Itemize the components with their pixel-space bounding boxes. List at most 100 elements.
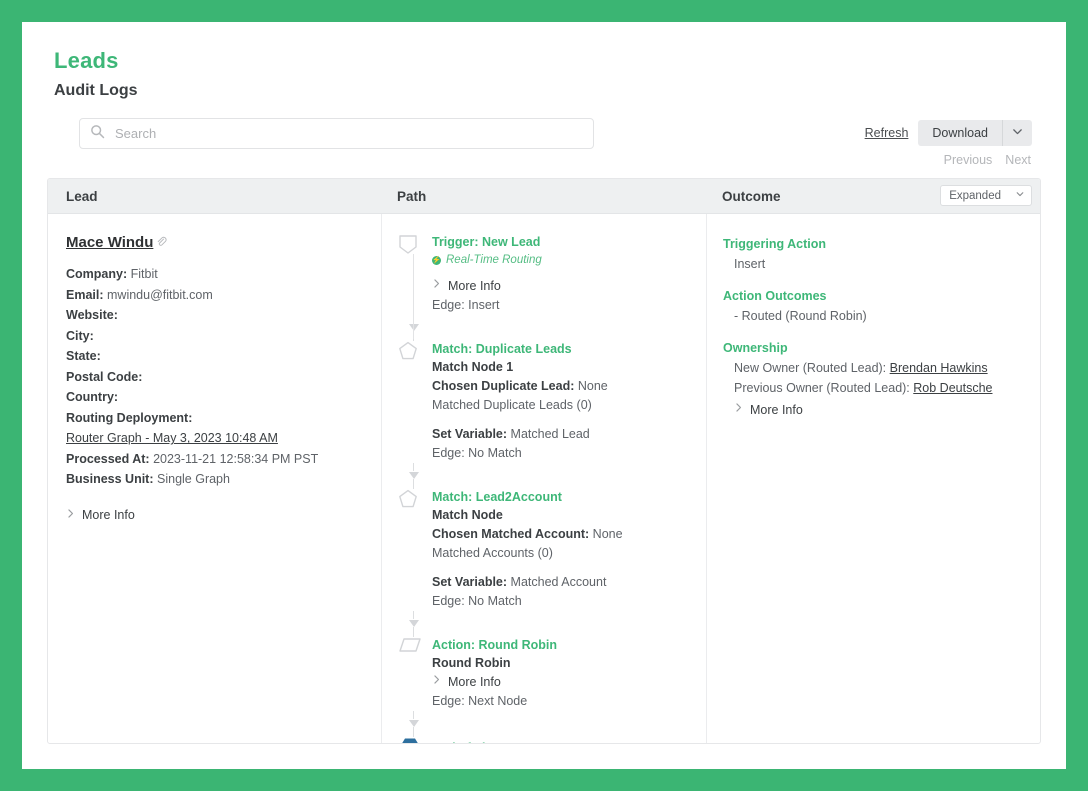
outcome-action-outcomes-value: - Routed (Round Robin) — [734, 309, 867, 324]
chevron-right-icon — [432, 673, 441, 692]
search-input[interactable] — [115, 126, 583, 142]
flow-connector — [398, 711, 429, 738]
flow-node-icon-wrap — [398, 234, 429, 340]
flow-node-icon-wrap — [398, 489, 429, 611]
business-unit-label: Business Unit: — [66, 472, 154, 487]
chevron-right-icon — [66, 508, 75, 522]
routing-deployment-link[interactable]: Router Graph - May 3, 2023 10:48 AM — [66, 428, 365, 449]
flow-list: Trigger: New Lead ⚡ Real-Time Routing Mo… — [398, 234, 690, 744]
shield-node-icon[interactable] — [398, 234, 429, 255]
outcome-previous-owner-row: Previous Owner (Routed Lead): Rob Deutsc… — [723, 378, 1024, 398]
lead-field-city-label: City: — [66, 328, 94, 343]
routing-deployment-label: Routing Deployment: — [66, 408, 365, 429]
lead-field-email-label: Email: — [66, 287, 104, 302]
flow-step-line-2: Matched Duplicate Leads (0) — [432, 398, 592, 413]
flow-step-subtitle: Match Node 1 — [432, 360, 514, 375]
flow-step-more-info-toggle[interactable]: More Info — [432, 673, 690, 692]
flow-step-line-1-label: Chosen Matched Account: — [432, 527, 590, 542]
table-header-row: Lead Path Outcome Expanded — [48, 179, 1040, 215]
lead-more-info-label: More Info — [82, 507, 135, 522]
parallelogram-node-icon[interactable] — [398, 637, 429, 653]
flow-step-setvar-label: Set Variable: — [432, 575, 508, 590]
outcome-previous-owner-link[interactable]: Rob Deutsche — [913, 381, 992, 395]
flow-step-edge-value: Insert — [468, 298, 500, 313]
flow-step-edge-value: No Match — [468, 446, 522, 461]
lead-field-state-label: State: — [66, 349, 101, 364]
flow-step-edge: Edge: Next Node — [432, 692, 690, 711]
flow-step-more-info-label: More Info — [448, 675, 501, 690]
previous-button[interactable]: Previous — [944, 153, 993, 167]
flow-connector — [398, 611, 429, 638]
download-dropdown-button[interactable] — [1002, 120, 1032, 147]
flow-step-setvar: Set Variable: Matched Account — [432, 573, 690, 592]
lead-field-company-value: Fitbit — [130, 267, 158, 282]
flow-step-line-2: Matched Accounts (0) — [432, 546, 553, 561]
lead-field-postal-code: Postal Code: — [66, 367, 365, 388]
flow-step-subtitle: Round Robin — [432, 656, 511, 671]
search-box[interactable] — [79, 118, 594, 150]
flow-step-line-1: Chosen Duplicate Lead: None — [432, 377, 690, 396]
flow-step-line-1-value: None — [592, 527, 623, 542]
chevron-right-icon — [734, 400, 743, 420]
lead-field-company: Company: Fitbit — [66, 264, 365, 285]
download-button[interactable]: Download — [918, 120, 1002, 147]
chevron-right-icon — [432, 277, 441, 296]
flow-step-more-info-label: More Info — [448, 279, 501, 294]
flow-step-edge-value: Next Node — [468, 694, 528, 709]
outcome-more-info-toggle[interactable]: More Info — [723, 400, 1024, 420]
lead-cell: Mace Windu Company: Fitbit Email: mwindu… — [48, 214, 381, 743]
flow-step-line-1-value: None — [577, 379, 608, 394]
paperclip-icon[interactable] — [156, 236, 167, 250]
lead-field-city: City: — [66, 326, 365, 347]
flow-step-line-1-label: Chosen Duplicate Lead: — [432, 379, 575, 394]
view-mode-select[interactable]: Expanded — [940, 185, 1032, 207]
flow-step-edge: Edge: Insert — [432, 296, 690, 315]
flow-step-badge-label: Real-Time Routing — [446, 254, 542, 267]
lead-field-website-label: Website: — [66, 308, 118, 323]
flow-step-body: End of Flow — [429, 737, 690, 743]
flow-step-setvar: Set Variable: Matched Lead — [432, 425, 690, 444]
flow-step-body: Match: Duplicate Leads Match Node 1 Chos… — [429, 341, 690, 463]
lead-more-info-toggle[interactable]: More Info — [66, 508, 365, 522]
flow-step-title: Match: Lead2Account — [432, 490, 562, 505]
outcome-heading-ownership: Ownership — [723, 341, 788, 356]
processed-at-label: Processed At: — [66, 451, 150, 466]
lead-field-email: Email: mwindu@fitbit.com — [66, 285, 365, 306]
flow-connector — [398, 463, 429, 490]
flow-step-end-of-flow: End of Flow — [398, 737, 690, 744]
flow-step-more-info-toggle[interactable]: More Info — [432, 277, 690, 296]
flow-step-trigger: Trigger: New Lead ⚡ Real-Time Routing Mo… — [398, 234, 690, 340]
hexagon-node-icon[interactable] — [398, 737, 429, 744]
refresh-link[interactable]: Refresh — [865, 126, 909, 140]
flow-step-edge: Edge: No Match — [432, 444, 690, 463]
toolbar: Refresh Download Previous Next — [54, 118, 1034, 170]
business-unit-value: Single Graph — [157, 472, 230, 487]
next-button[interactable]: Next — [1005, 153, 1031, 167]
flow-connector-line — [413, 254, 414, 340]
page-title: Leads — [54, 48, 119, 73]
pentagon-node-icon[interactable] — [398, 341, 429, 361]
flow-step-body: Action: Round Robin Round Robin More Inf… — [429, 637, 690, 711]
table-row: Mace Windu Company: Fitbit Email: mwindu… — [48, 214, 1040, 744]
flow-step-match-duplicate-leads: Match: Duplicate Leads Match Node 1 Chos… — [398, 341, 690, 463]
outcome-heading-action-outcomes: Action Outcomes — [723, 289, 827, 304]
flow-step-badge: ⚡ Real-Time Routing — [432, 252, 690, 269]
outcome-heading-triggering-action: Triggering Action — [723, 237, 827, 252]
lead-field-website: Website: — [66, 305, 365, 326]
outcome-new-owner-link[interactable]: Brendan Hawkins — [890, 361, 988, 375]
outcome-new-owner-row: New Owner (Routed Lead): Brendan Hawkins — [723, 358, 1024, 378]
outcome-triggering-action-value: Insert — [734, 257, 766, 272]
download-button-group: Download — [918, 120, 1032, 147]
page-subtitle: Audit Logs — [54, 82, 138, 100]
lead-field-country: Country: — [66, 387, 365, 408]
flow-step-action-round-robin: Action: Round Robin Round Robin More Inf… — [398, 637, 690, 711]
lead-name-row: Mace Windu — [66, 234, 365, 251]
outcome-cell: Triggering Action Insert Action Outcomes… — [706, 214, 1040, 743]
flow-step-body: Match: Lead2Account Match Node Chosen Ma… — [429, 489, 690, 611]
flow-arrow-icon — [408, 620, 419, 628]
pentagon-node-icon[interactable] — [398, 489, 429, 509]
column-divider — [381, 214, 382, 744]
lead-name-link[interactable]: Mace Windu — [66, 234, 153, 251]
flow-node-icon-wrap — [398, 341, 429, 463]
business-unit-field: Business Unit: Single Graph — [66, 469, 365, 490]
